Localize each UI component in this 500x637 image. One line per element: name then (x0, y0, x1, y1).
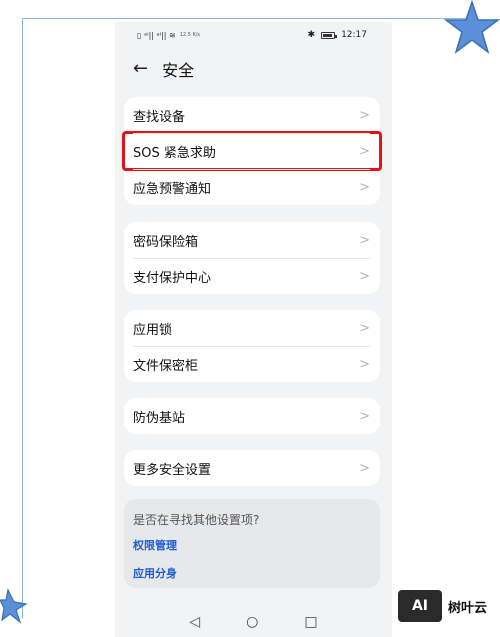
watermark-logo: AI 树叶云 (398, 590, 487, 622)
back-arrow-icon[interactable]: ← (133, 60, 148, 78)
status-bar: ▯ ᵃᴵ|| ᵃᴵ|| ≋ 12.5 K/s ✱ 12:17 (115, 22, 392, 48)
logo-text: 树叶云 (448, 600, 488, 616)
settings-item-label: 防伪基站 (133, 410, 186, 426)
link-permission-management[interactable]: 权限管理 (133, 537, 371, 553)
settings-item-label: 查找设备 (133, 109, 186, 125)
system-nav-bar: ◁ ○ □ (115, 607, 392, 637)
signal-icon: ▯ ᵃᴵ|| ᵃᴵ|| ≋ (137, 30, 176, 40)
phone-screen: ▯ ᵃᴵ|| ᵃᴵ|| ≋ 12.5 K/s ✱ 12:17 ← 安全 查找设备… (115, 22, 392, 637)
settings-item-anti-fake-station[interactable]: 防伪基站 > (124, 398, 380, 434)
settings-group-device: 查找设备 > SOS 紧急求助 > 应急预警通知 > (122, 97, 382, 205)
chevron-right-icon: > (359, 179, 370, 195)
settings-item-payment-protection[interactable]: 支付保护中心 > (124, 258, 380, 294)
settings-item-label: SOS 紧急求助 (133, 145, 216, 161)
suggestion-question: 是否在寻找其他设置项? (133, 513, 260, 527)
nav-recent-icon[interactable]: □ (304, 614, 317, 630)
chevron-right-icon: > (359, 268, 370, 284)
decorative-frame-left (22, 18, 23, 618)
settings-item-label: 更多安全设置 (133, 462, 212, 478)
status-left: ▯ ᵃᴵ|| ᵃᴵ|| ≋ 12.5 K/s (137, 31, 200, 40)
chevron-right-icon: > (359, 356, 370, 372)
settings-group-privacy: 密码保险箱 > 支付保护中心 > (124, 222, 380, 294)
settings-item-label: 应用锁 (133, 322, 173, 338)
settings-item-sos[interactable]: SOS 紧急求助 > (122, 131, 382, 171)
bluetooth-icon: ✱ (307, 30, 316, 40)
network-speed: 12.5 K/s (179, 31, 201, 38)
page-title: 安全 (162, 61, 195, 80)
star-icon (443, 0, 500, 54)
settings-group-station: 防伪基站 > (124, 398, 380, 434)
settings-item-label: 文件保密柜 (133, 358, 199, 374)
page-header: ← 安全 (115, 48, 392, 90)
status-right: ✱ 12:17 (308, 30, 367, 40)
chevron-right-icon: > (359, 232, 370, 248)
chevron-right-icon: > (359, 143, 370, 159)
decorative-frame-top (22, 18, 468, 19)
chevron-right-icon: > (359, 460, 370, 476)
settings-item-file-safe[interactable]: 文件保密柜 > (124, 346, 380, 382)
settings-item-more-security[interactable]: 更多安全设置 > (124, 450, 380, 486)
settings-item-find-device[interactable]: 查找设备 > (124, 97, 380, 133)
nav-back-icon[interactable]: ◁ (189, 614, 200, 630)
settings-item-app-lock[interactable]: 应用锁 > (124, 310, 380, 346)
link-app-twin[interactable]: 应用分身 (133, 565, 371, 581)
settings-item-emergency-alerts[interactable]: 应急预警通知 > (124, 169, 380, 205)
chevron-right-icon: > (359, 320, 370, 336)
chevron-right-icon: > (359, 408, 370, 424)
logo-mark: AI (398, 590, 442, 622)
settings-group-locks: 应用锁 > 文件保密柜 > (124, 310, 380, 382)
settings-item-label: 密码保险箱 (133, 234, 199, 250)
star-icon (0, 588, 28, 624)
suggestion-card: 是否在寻找其他设置项? 权限管理 应用分身 (124, 499, 380, 588)
settings-group-more: 更多安全设置 > (124, 450, 380, 486)
settings-item-label: 应急预警通知 (133, 181, 212, 197)
battery-icon (321, 31, 338, 39)
nav-home-icon[interactable]: ○ (246, 614, 258, 630)
settings-item-label: 支付保护中心 (133, 270, 212, 286)
chevron-right-icon: > (359, 107, 370, 123)
clock: 12:17 (341, 30, 367, 40)
settings-item-password-vault[interactable]: 密码保险箱 > (124, 222, 380, 258)
